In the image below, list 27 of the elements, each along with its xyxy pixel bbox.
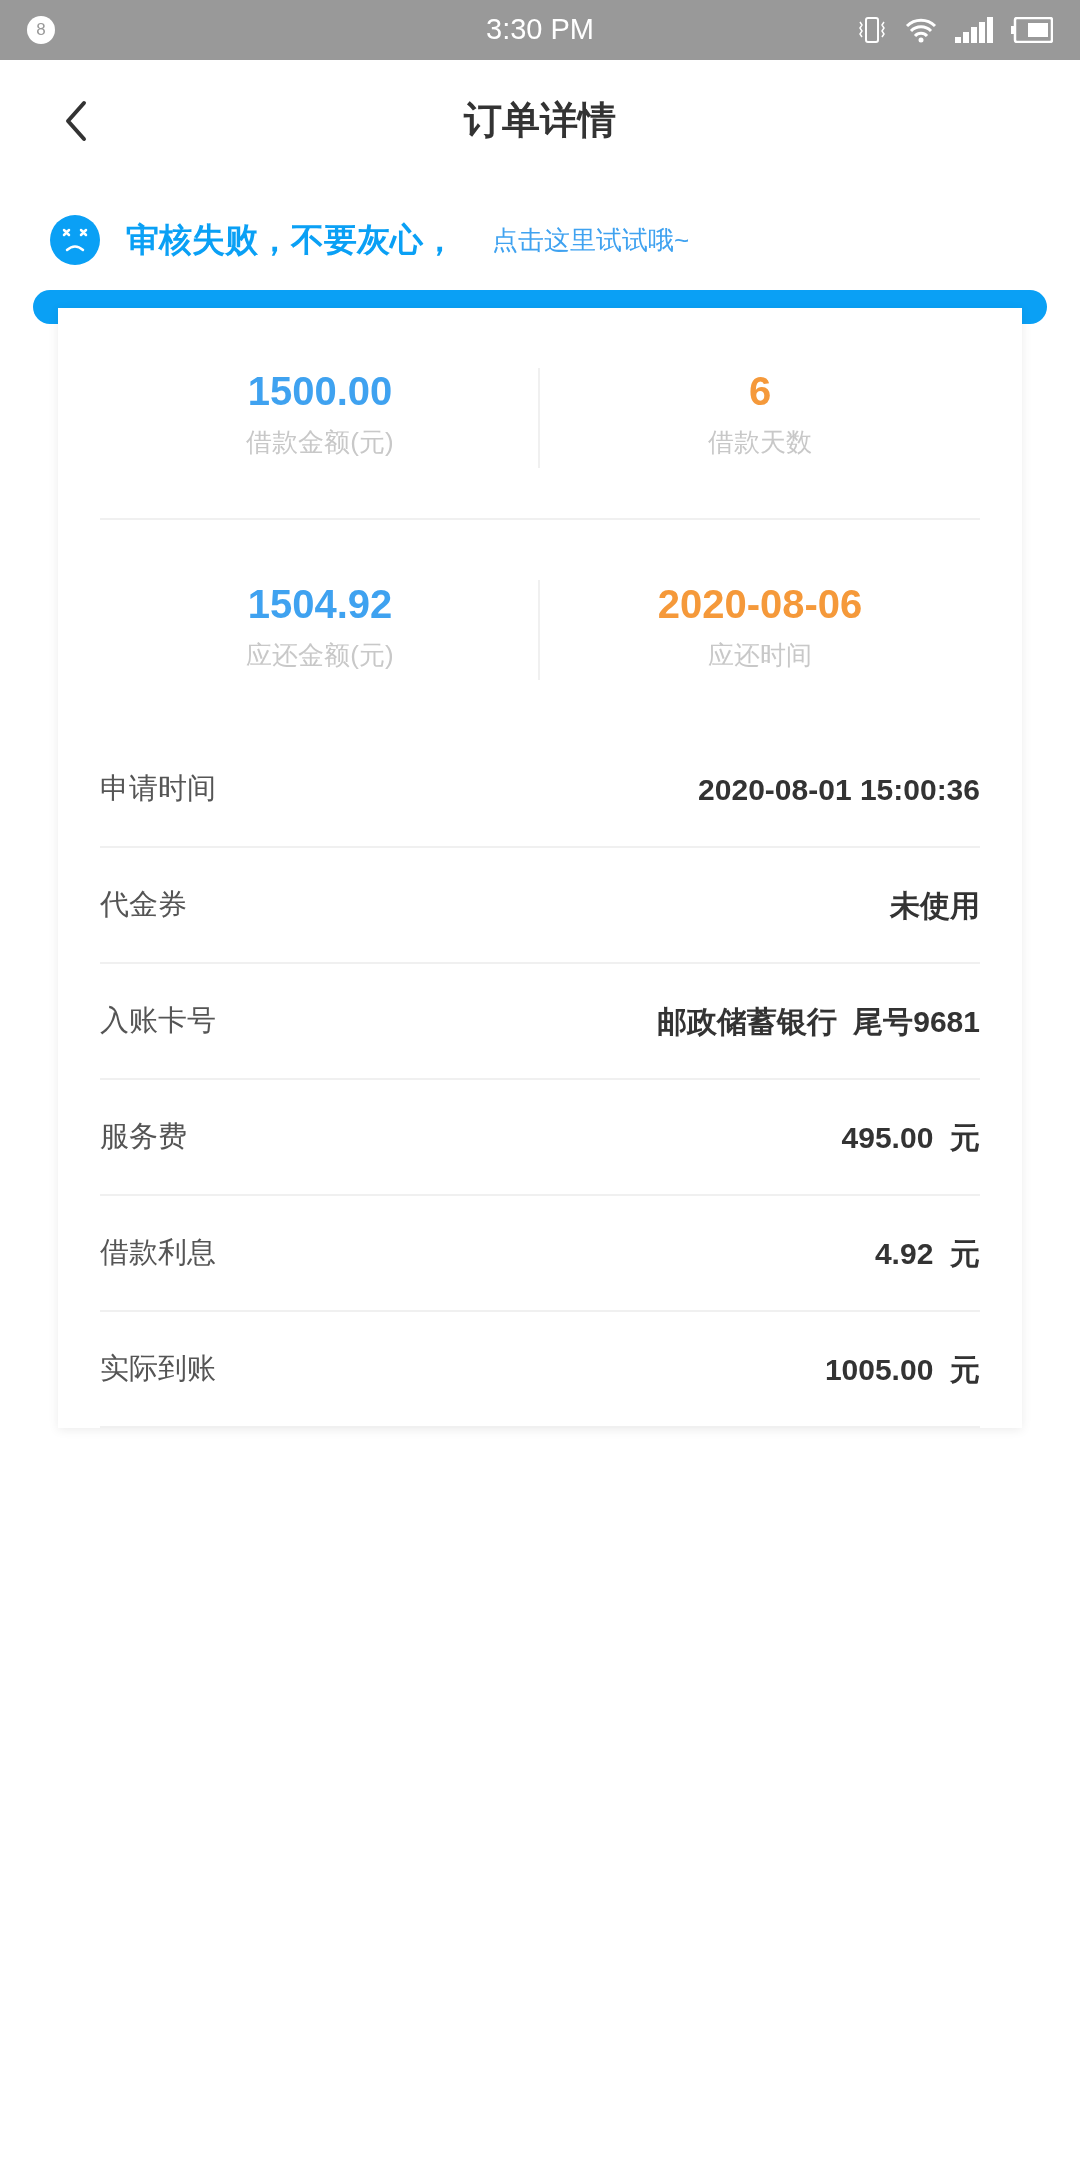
battery-icon [1011, 17, 1053, 43]
stat-value: 2020-08-06 [657, 584, 863, 624]
notification-badge: 8 [27, 16, 55, 44]
detail-value: 2020-08-01 15:00:36 [698, 771, 980, 808]
signal-icon [955, 17, 993, 43]
detail-label: 入账卡号 [100, 1003, 216, 1039]
detail-label: 申请时间 [100, 771, 216, 807]
failure-message: 审核失败，不要灰心， [126, 220, 456, 261]
stat-value: 1504.92 [247, 584, 393, 624]
sad-face-icon [50, 215, 100, 265]
status-time: 3:30 PM [486, 12, 594, 48]
back-icon [65, 100, 87, 142]
detail-label: 借款利息 [100, 1235, 216, 1271]
retry-link[interactable]: 点击这里试试哦~ [492, 220, 690, 260]
stat-value: 1500.00 [247, 371, 393, 411]
detail-value: 未使用 [890, 887, 980, 924]
detail-value: 495.00 元 [841, 1119, 980, 1156]
detail-value: 邮政储蓄银行 尾号9681 [656, 1003, 980, 1040]
stat-value: 6 [748, 371, 772, 411]
detail-value: 4.92 元 [874, 1235, 980, 1272]
detail-label: 服务费 [100, 1119, 187, 1155]
detail-label: 代金券 [100, 887, 187, 923]
vibrate-icon [857, 16, 887, 44]
detail-label: 实际到账 [100, 1351, 216, 1387]
wifi-icon [905, 17, 937, 43]
page-title: 订单详情 [464, 97, 616, 143]
detail-value: 1005.00 元 [824, 1351, 980, 1388]
